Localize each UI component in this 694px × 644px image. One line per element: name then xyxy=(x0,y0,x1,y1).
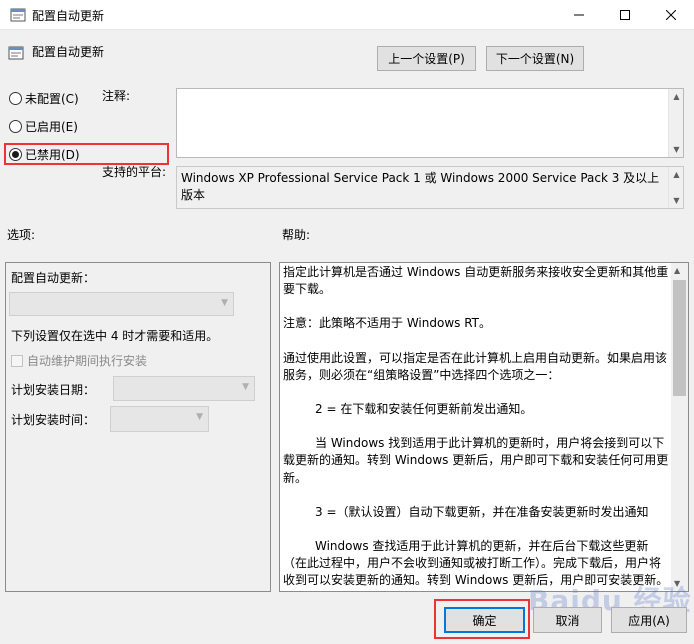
previous-setting-button[interactable]: 上一个设置(P) xyxy=(377,46,476,71)
chevron-down-icon: ▼ xyxy=(196,412,203,422)
help-scrollbar[interactable]: ▲ ▼ xyxy=(671,263,688,591)
install-day-dropdown[interactable]: ▼ xyxy=(113,376,255,401)
help-paragraph: 注意：此策略不适用于 Windows RT。 xyxy=(283,316,491,331)
scroll-up-icon[interactable]: ▲ xyxy=(674,266,680,275)
scroll-up-icon[interactable]: ▲ xyxy=(669,89,684,104)
radio-enabled[interactable]: 已启用(E) xyxy=(9,118,78,135)
close-icon xyxy=(666,10,676,20)
help-section-label: 帮助: xyxy=(282,228,311,242)
install-time-label: 计划安装时间： xyxy=(11,413,96,427)
apply-button[interactable]: 应用(A) xyxy=(611,607,687,633)
help-paragraph: 当 Windows 找到适用于此计算机的更新时，用户将会接到可以下载更新的通知。… xyxy=(283,436,669,485)
scroll-down-icon[interactable]: ▼ xyxy=(669,193,684,208)
install-day-label: 计划安装日期： xyxy=(11,383,96,397)
scrollbar-thumb[interactable] xyxy=(673,280,686,396)
radio-indicator xyxy=(9,92,22,105)
setting-title: 配置自动更新 xyxy=(32,45,105,59)
scroll-down-icon[interactable]: ▼ xyxy=(669,142,684,157)
comment-textarea[interactable]: ▲ ▼ xyxy=(176,88,684,158)
chevron-down-icon: ▼ xyxy=(242,382,249,392)
maximize-icon xyxy=(620,10,630,20)
cancel-button[interactable]: 取消 xyxy=(533,607,602,633)
maintenance-install-checkbox[interactable]: 自动维护期间执行安装 xyxy=(11,352,147,369)
options-panel: 配置自动更新： ▼ 下列设置仅在选中 4 时才需要和适用。 自动维护期间执行安装… xyxy=(5,262,271,592)
policy-icon xyxy=(8,46,24,60)
help-text: 指定此计算机是否通过 Windows 自动更新服务来接收安全更新和其他重要下载。… xyxy=(283,264,669,591)
comment-scrollbar[interactable]: ▲ ▼ xyxy=(668,89,683,157)
radio-indicator xyxy=(9,120,22,133)
platform-scrollbar[interactable]: ▲ ▼ xyxy=(668,167,683,208)
chevron-down-icon: ▼ xyxy=(221,298,228,308)
options-section-label: 选项: xyxy=(7,228,36,242)
platform-field: Windows XP Professional Service Pack 1 或… xyxy=(176,166,684,209)
checkbox-label: 自动维护期间执行安装 xyxy=(27,354,148,368)
help-paragraph: 通过使用此设置，可以指定是否在此计算机上启用自动更新。如果启用该服务，则必须在“… xyxy=(283,350,668,382)
scroll-up-icon[interactable]: ▲ xyxy=(669,167,684,182)
radio-not-configured[interactable]: 未配置(C) xyxy=(9,90,79,107)
window-title: 配置自动更新 xyxy=(32,9,105,23)
radio-label: 未配置(C) xyxy=(25,92,79,106)
checkbox-box xyxy=(11,354,23,367)
policy-icon xyxy=(10,8,26,22)
help-paragraph: 2 = 在下载和安装任何更新前发出通知。 xyxy=(315,402,533,417)
install-time-dropdown[interactable]: ▼ xyxy=(110,406,209,432)
close-button[interactable] xyxy=(648,0,694,30)
minimize-button[interactable] xyxy=(556,0,602,30)
maximize-button[interactable] xyxy=(602,0,648,30)
help-paragraph: 3 =（默认设置）自动下载更新，并在准备安装更新时发出通知 xyxy=(315,504,649,519)
comment-label: 注释: xyxy=(102,89,131,103)
help-paragraph: 指定此计算机是否通过 Windows 自动更新服务来接收安全更新和其他重要下载。 xyxy=(283,265,669,297)
annotation-highlight-box xyxy=(434,599,530,639)
help-panel: 指定此计算机是否通过 Windows 自动更新服务来接收安全更新和其他重要下载。… xyxy=(279,262,689,592)
platform-text: Windows XP Professional Service Pack 1 或… xyxy=(181,171,660,202)
minimize-icon xyxy=(574,14,584,16)
radio-label: 已启用(E) xyxy=(25,120,78,134)
annotation-highlight-box xyxy=(4,143,169,165)
options-title: 配置自动更新： xyxy=(11,271,96,285)
platform-label: 支持的平台: xyxy=(102,165,167,179)
update-mode-dropdown[interactable]: ▼ xyxy=(9,292,234,316)
options-note: 下列设置仅在选中 4 时才需要和适用。 xyxy=(11,329,219,343)
next-setting-button[interactable]: 下一个设置(N) xyxy=(486,46,584,71)
